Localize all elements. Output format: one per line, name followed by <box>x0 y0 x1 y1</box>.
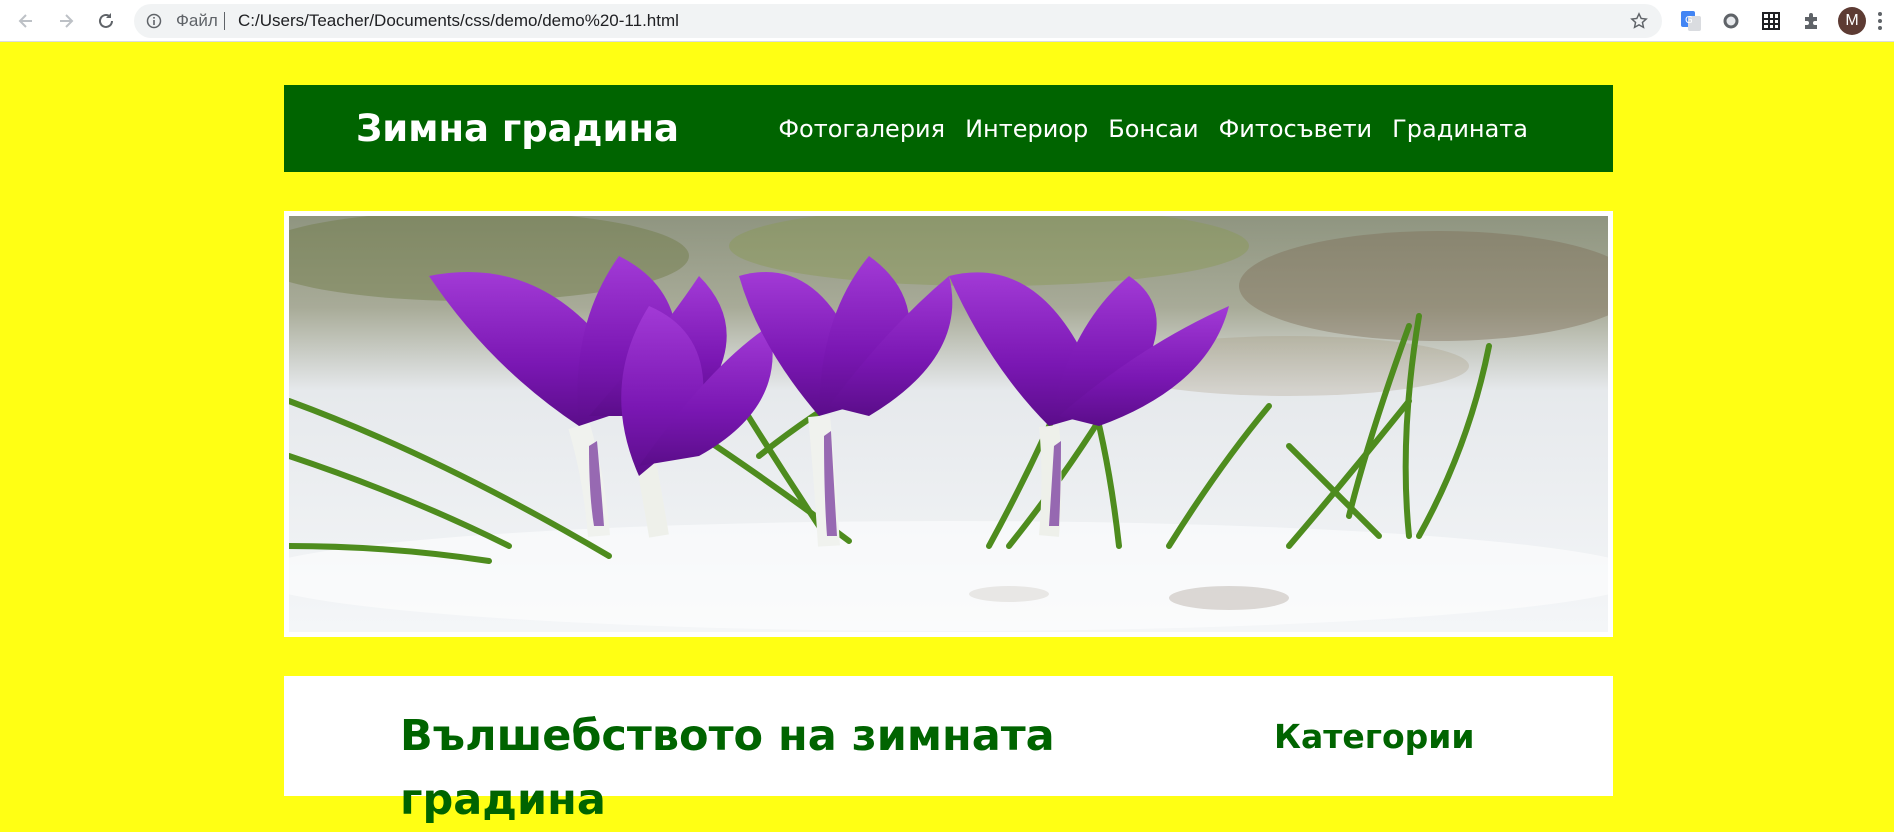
svg-text:G: G <box>1685 15 1693 26</box>
forward-button[interactable] <box>54 9 78 33</box>
site-header: Зимна градина Фотогалерия Интериор Бонса… <box>284 85 1613 172</box>
site-title[interactable]: Зимна градина <box>356 85 679 172</box>
back-button[interactable] <box>14 9 38 33</box>
translate-extension-icon[interactable]: G <box>1680 10 1702 32</box>
address-bar[interactable]: Файл C:/Users/Teacher/Documents/css/demo… <box>134 4 1662 38</box>
sidebar-heading: Категории <box>1274 717 1475 756</box>
reload-button[interactable] <box>94 9 118 33</box>
scheme-divider <box>224 12 225 30</box>
arrow-left-icon <box>18 14 32 28</box>
scheme-label: Файл <box>176 11 218 30</box>
nav-link-gallery[interactable]: Фотогалерия <box>778 115 945 143</box>
menu-kebab-icon[interactable] <box>1874 9 1886 33</box>
nav-link-plant-tips[interactable]: Фитосъвети <box>1219 115 1373 143</box>
main-nav: Фотогалерия Интериор Бонсаи Фитосъвети Г… <box>778 85 1528 172</box>
info-icon[interactable] <box>146 13 162 29</box>
grid-extension-icon[interactable] <box>1760 10 1782 32</box>
arrow-right-icon <box>60 14 74 28</box>
hero-image-frame <box>284 211 1613 637</box>
hero-image <box>289 216 1608 632</box>
puzzle-icon[interactable] <box>1800 10 1822 32</box>
nav-link-bonsai[interactable]: Бонсаи <box>1108 115 1198 143</box>
content-area: Вълшебството на зимната градина Категори… <box>284 676 1613 825</box>
nav-link-interior[interactable]: Интериор <box>965 115 1088 143</box>
nav-link-garden[interactable]: Градината <box>1392 115 1528 143</box>
article-heading: Вълшебството на зимната градина <box>400 711 1055 825</box>
url-text[interactable]: C:/Users/Teacher/Documents/css/demo/demo… <box>238 4 679 38</box>
bookmark-star-icon[interactable] <box>1630 12 1648 30</box>
profile-avatar[interactable]: M <box>1838 7 1866 35</box>
browser-toolbar: Файл C:/Users/Teacher/Documents/css/demo… <box>0 0 1894 42</box>
circle-extension-icon[interactable] <box>1720 10 1742 32</box>
reload-icon <box>99 13 113 28</box>
